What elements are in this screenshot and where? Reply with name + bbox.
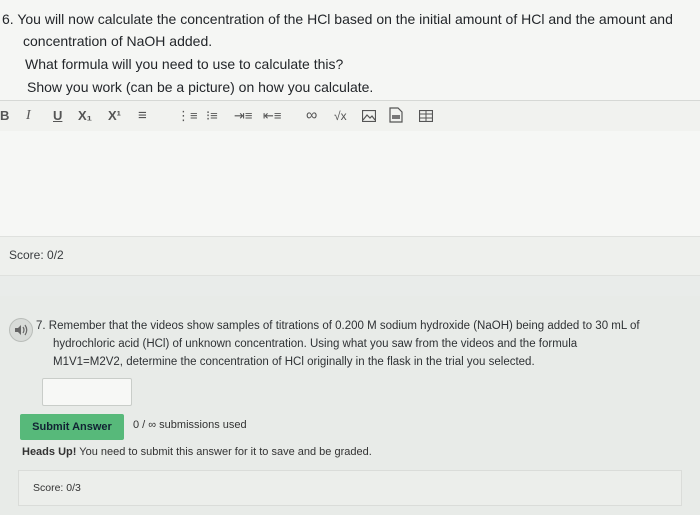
question-7-text-line3: M1V1=M2V2, determine the concentration o…: [53, 356, 535, 368]
rich-text-editor-area[interactable]: [0, 131, 700, 236]
link-icon[interactable]: ∞: [306, 107, 317, 125]
heads-up-message: Heads Up! You need to submit this answer…: [22, 446, 372, 458]
heads-up-prefix: Heads Up!: [22, 446, 77, 458]
numbered-list-icon[interactable]: ⋮≡: [177, 107, 198, 125]
image-icon[interactable]: [361, 109, 377, 127]
score-q6: Score: 0/2: [9, 248, 64, 262]
question-6-text-line1: 6. You will now calculate the concentrat…: [2, 11, 673, 27]
superscript-icon[interactable]: X¹: [108, 107, 121, 125]
italic-icon[interactable]: I: [26, 107, 31, 125]
indent-icon[interactable]: ⇥≡: [234, 107, 252, 125]
score-panel-q7: Score: 0/3: [18, 470, 682, 506]
subscript-icon[interactable]: X₁: [78, 107, 92, 125]
bullet-list-icon[interactable]: ⁝≡: [206, 107, 218, 125]
score-panel-q6: Score: 0/2: [0, 236, 700, 276]
formula-icon[interactable]: √x: [334, 107, 347, 125]
question-7-text-line1: 7. Remember that the videos show samples…: [36, 320, 640, 332]
submissions-count: 0 / ∞ submissions used: [133, 419, 247, 431]
align-icon[interactable]: ≡: [138, 107, 147, 125]
editor-toolbar: B I U X₁ X¹ ≡ ⋮≡ ⁝≡ ⇥≡ ⇤≡ ∞ √x: [0, 100, 700, 132]
submit-answer-button[interactable]: Submit Answer: [20, 414, 124, 440]
question-6-prompt: What formula will you need to use to cal…: [25, 56, 344, 72]
answer-input[interactable]: [42, 378, 132, 406]
question-6-text-line2: concentration of NaOH added.: [23, 33, 213, 49]
question-6: 6. You will now calculate the concentrat…: [0, 0, 700, 100]
table-icon[interactable]: [418, 109, 434, 127]
outdent-icon[interactable]: ⇤≡: [263, 107, 281, 125]
speaker-icon[interactable]: [9, 318, 33, 342]
heads-up-text: You need to submit this answer for it to…: [76, 446, 372, 458]
question-6-instruction: Show you work (can be a picture) on how …: [27, 79, 374, 95]
pdf-icon[interactable]: [389, 107, 403, 125]
bold-icon[interactable]: B: [0, 107, 9, 125]
underline-icon[interactable]: U: [53, 107, 62, 125]
question-7-text-line2: hydrochloric acid (HCl) of unknown conce…: [53, 338, 578, 350]
score-q7: Score: 0/3: [33, 482, 81, 494]
